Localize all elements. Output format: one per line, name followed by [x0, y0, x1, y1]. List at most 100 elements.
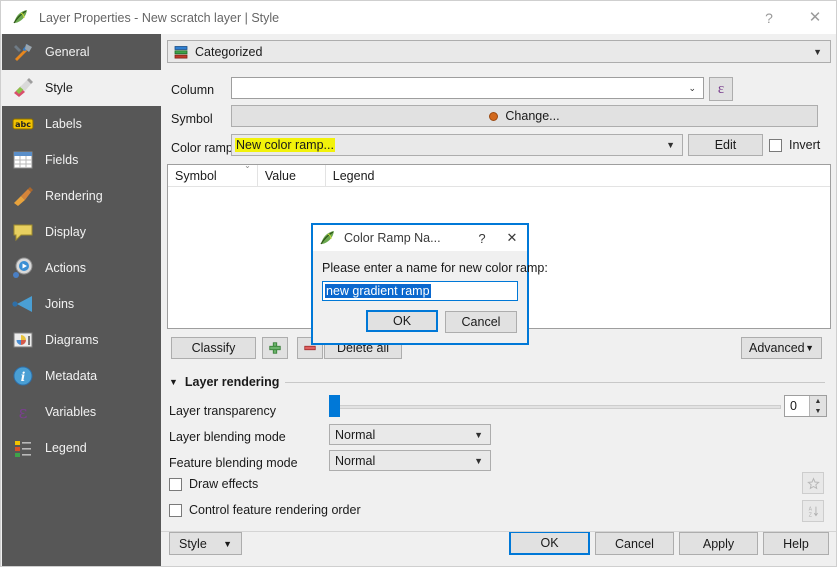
sidebar-item-legend[interactable]: Legend	[2, 430, 161, 466]
sidebar-item-label: Legend	[45, 441, 87, 455]
chevron-down-icon: ▼	[805, 343, 814, 353]
invert-label: Invert	[789, 138, 821, 152]
broom-icon	[12, 185, 34, 207]
advanced-button[interactable]: Advanced ▼	[741, 337, 822, 359]
sidebar-item-label: Variables	[45, 405, 97, 419]
renderer-type-value: Categorized	[195, 44, 263, 59]
edit-label: Edit	[714, 138, 737, 152]
sort-az-icon-button[interactable]: A Z	[802, 500, 824, 522]
layer-rendering-title: Layer rendering	[184, 375, 280, 389]
classify-button[interactable]: Classify	[171, 337, 256, 359]
sidebar-item-label: Joins	[45, 297, 75, 311]
sidebar-item-actions[interactable]: Actions	[2, 250, 161, 286]
style-menu-button[interactable]: Style ▼	[169, 532, 242, 555]
epsilon-icon: ε	[12, 401, 34, 423]
modal-cancel-label: Cancel	[461, 315, 501, 329]
add-category-button[interactable]	[262, 337, 288, 359]
layer-transparency-spinbox[interactable]: 0 ▲ ▼	[784, 395, 827, 417]
ok-label: OK	[540, 536, 559, 550]
sidebar: General Style abc Labels Fields Renderin…	[2, 34, 161, 566]
slider-track	[329, 405, 781, 409]
modal-ok-button[interactable]: OK	[366, 310, 438, 332]
window-titlebar: Layer Properties - New scratch layer | S…	[1, 1, 836, 34]
invert-checkbox-row[interactable]: Invert	[769, 138, 820, 152]
control-feature-rendering-order-row[interactable]: Control feature rendering order	[169, 503, 361, 517]
color-ramp-label: Color ramp	[171, 141, 233, 155]
column-header-legend[interactable]: Legend	[326, 165, 830, 186]
sidebar-item-labels[interactable]: abc Labels	[2, 106, 161, 142]
color-ramp-edit-button[interactable]: Edit	[688, 134, 763, 156]
chevron-down-icon: ⌄	[688, 82, 696, 93]
window-title: Layer Properties - New scratch layer | S…	[39, 10, 280, 25]
column-header-symbol[interactable]: Symbol ⌄	[168, 161, 258, 186]
control-order-checkbox[interactable]	[169, 503, 182, 517]
apply-button[interactable]: Apply	[679, 532, 758, 555]
table-icon	[12, 149, 34, 171]
style-menu-label: Style	[179, 536, 207, 551]
help-button[interactable]: ?	[746, 1, 792, 34]
layer-transparency-slider[interactable]	[329, 395, 781, 417]
color-ramp-combo[interactable]: New color ramp... ▼	[231, 134, 683, 156]
layer-blending-value: Normal	[335, 427, 376, 442]
star-icon-button[interactable]	[802, 472, 824, 494]
tools-icon	[12, 41, 34, 63]
sidebar-item-label: Fields	[45, 153, 79, 167]
column-combo[interactable]: ⌄	[231, 77, 704, 99]
layer-properties-window: Layer Properties - New scratch layer | S…	[0, 0, 837, 567]
classify-label: Classify	[191, 341, 236, 355]
symbol-change-button[interactable]: Change...	[231, 105, 818, 127]
close-icon[interactable]: ✕	[792, 1, 836, 34]
invert-checkbox[interactable]	[769, 138, 782, 152]
sidebar-item-joins[interactable]: Joins	[2, 286, 161, 322]
sidebar-item-general[interactable]: General	[2, 34, 161, 70]
symbol-label: Symbol	[171, 112, 213, 126]
sidebar-item-display[interactable]: Display	[2, 214, 161, 250]
sidebar-item-fields[interactable]: Fields	[2, 142, 161, 178]
color-ramp-name-dialog: Color Ramp Na... ? ✕ Please enter a name…	[311, 223, 548, 345]
sidebar-item-metadata[interactable]: i Metadata	[2, 358, 161, 394]
sidebar-item-label: Display	[45, 225, 86, 239]
sidebar-item-label: Labels	[45, 117, 82, 131]
sidebar-item-style[interactable]: Style	[2, 70, 161, 106]
chevron-down-icon: ▼	[474, 429, 483, 440]
feature-blending-mode-combo[interactable]: Normal ▼	[329, 450, 491, 471]
spin-up-icon[interactable]: ▲	[810, 396, 826, 406]
help-button-bottom[interactable]: Help	[763, 532, 829, 555]
modal-cancel-button[interactable]: Cancel	[445, 311, 517, 333]
draw-effects-label: Draw effects	[189, 477, 259, 491]
legend-icon	[12, 437, 34, 459]
spin-down-icon[interactable]: ▼	[810, 406, 826, 416]
triangle-down-icon: ▼	[169, 377, 178, 387]
ok-button[interactable]: OK	[509, 531, 590, 555]
modal-close-icon[interactable]: ✕	[497, 225, 527, 251]
star-icon	[806, 476, 820, 489]
sidebar-item-label: Actions	[45, 261, 86, 275]
info-icon: i	[12, 365, 34, 387]
sidebar-item-diagrams[interactable]: Diagrams	[2, 322, 161, 358]
chevron-down-icon: ▼	[474, 455, 483, 466]
cancel-button[interactable]: Cancel	[595, 532, 674, 555]
color-ramp-value: New color ramp...	[235, 138, 335, 152]
draw-effects-checkbox[interactable]	[169, 477, 182, 491]
sidebar-item-label: Rendering	[45, 189, 103, 203]
qgis-leaf-icon	[319, 230, 336, 247]
sidebar-item-rendering[interactable]: Rendering	[2, 178, 161, 214]
sidebar-item-variables[interactable]: ε Variables	[2, 394, 161, 430]
modal-ok-label: OK	[392, 314, 412, 328]
draw-effects-row[interactable]: Draw effects	[169, 477, 258, 491]
svg-text:i: i	[21, 370, 26, 384]
sort-az-icon: A Z	[808, 506, 818, 518]
color-ramp-name-input[interactable]: new gradient ramp	[322, 281, 518, 301]
renderer-type-combo[interactable]: Categorized ▼	[167, 40, 831, 63]
layer-blending-mode-combo[interactable]: Normal ▼	[329, 424, 491, 445]
feature-blending-value: Normal	[335, 453, 376, 468]
sidebar-item-label: Style	[45, 81, 73, 95]
svg-text:Z: Z	[808, 512, 812, 518]
layer-rendering-section-header[interactable]: ▼ Layer rendering	[169, 375, 279, 389]
qgis-leaf-icon	[12, 9, 29, 26]
spin-buttons[interactable]: ▲ ▼	[809, 396, 826, 416]
column-header-value[interactable]: Value	[258, 165, 326, 186]
modal-help-button[interactable]: ?	[467, 225, 497, 251]
slider-handle[interactable]	[329, 395, 340, 417]
expression-builder-button[interactable]: ε	[709, 77, 733, 101]
